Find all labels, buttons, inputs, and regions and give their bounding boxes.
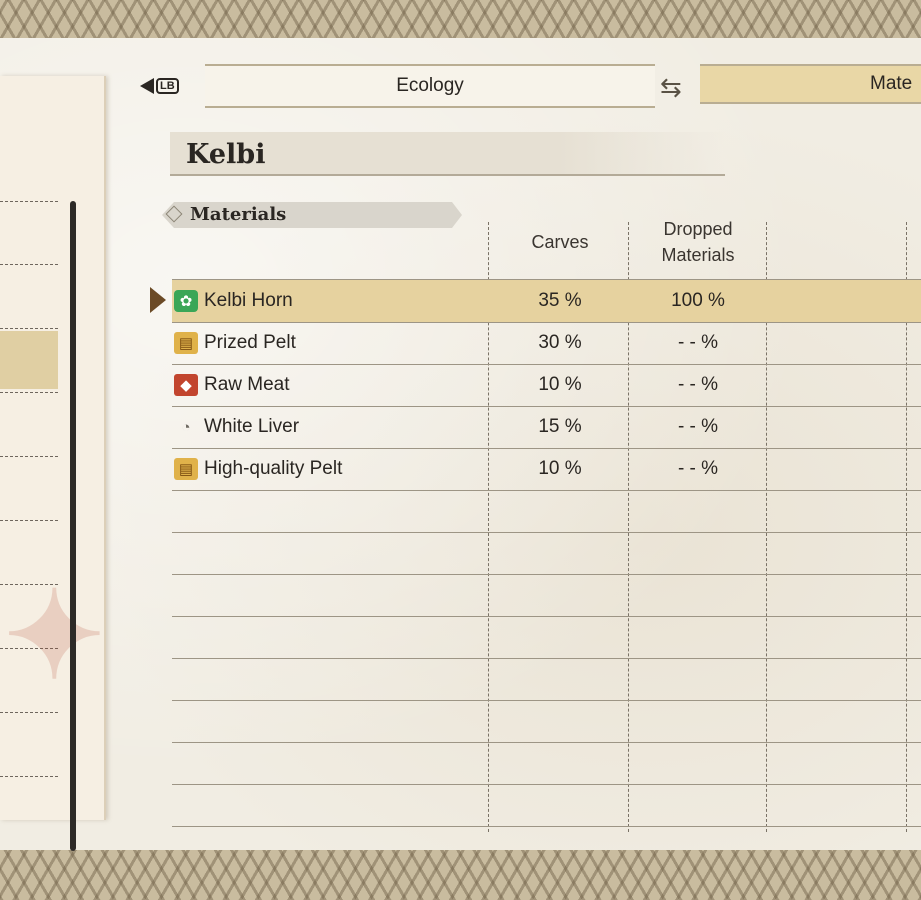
list-slot-divider	[0, 456, 58, 457]
table-row[interactable]: ◆ Raw Meat 10 % - - %	[172, 364, 921, 406]
list-scrollbar[interactable]	[70, 201, 76, 851]
swap-arrows-icon: ⇆	[660, 72, 682, 102]
list-slot-divider	[0, 520, 58, 521]
material-name: Prized Pelt	[204, 332, 296, 353]
material-name: White Liver	[204, 416, 300, 437]
row-divider	[172, 616, 921, 617]
table-row[interactable]: ▤ High-quality Pelt 10 % - - %	[172, 448, 921, 490]
column-header-dropped: Dropped Materials	[661, 219, 735, 265]
row-divider	[172, 658, 921, 659]
list-slot-divider	[0, 264, 58, 265]
cursor-arrow-icon	[150, 287, 166, 313]
horn-icon: ✿	[174, 290, 198, 312]
row-divider	[172, 742, 921, 743]
material-name: Raw Meat	[204, 374, 290, 395]
liver-icon: ◔	[181, 418, 191, 436]
tab-materials[interactable]: Mate	[700, 64, 921, 104]
carves-rate: 10 %	[538, 458, 582, 479]
list-slot-divider	[0, 201, 58, 202]
lb-button-icon[interactable]: LB	[140, 76, 186, 96]
carves-rate: 10 %	[538, 374, 582, 395]
row-divider	[172, 784, 921, 785]
dropped-rate: 100 %	[671, 290, 725, 311]
list-slot-divider	[0, 328, 58, 329]
row-divider	[172, 574, 921, 575]
row-divider	[172, 700, 921, 701]
column-header-carves: Carves	[531, 232, 589, 252]
dropped-rate: - - %	[677, 416, 719, 437]
table-row[interactable]: ◔ White Liver 15 % - - %	[172, 406, 921, 448]
carves-rate: 30 %	[538, 332, 582, 353]
carves-rate: 35 %	[538, 290, 582, 311]
bottom-decorative-border	[0, 850, 921, 900]
materials-section-header: Materials	[162, 202, 462, 228]
dropped-rate: - - %	[677, 332, 719, 353]
monster-name-heading: Kelbi	[170, 132, 725, 176]
row-divider	[172, 826, 921, 827]
list-slot-divider	[0, 776, 58, 777]
monster-list-panel: ✦	[0, 76, 106, 851]
tab-materials-label: Mate	[870, 73, 913, 94]
dropped-rate: - - %	[677, 458, 719, 479]
dropped-rate: - - %	[677, 374, 719, 395]
list-slot-divider	[0, 392, 58, 393]
carves-rate: 15 %	[538, 416, 582, 437]
material-name: Kelbi Horn	[204, 290, 293, 311]
meat-icon: ◆	[174, 374, 198, 396]
pelt-icon: ▤	[174, 458, 198, 480]
row-divider	[172, 532, 921, 533]
tab-ecology-label: Ecology	[396, 75, 464, 96]
selected-list-slot[interactable]	[0, 331, 58, 389]
material-name: High-quality Pelt	[204, 458, 343, 479]
tab-bar: Ecology Mate	[195, 64, 921, 108]
faded-emblem-watermark: ✦	[4, 569, 105, 703]
table-row[interactable]: ✿ Kelbi Horn 35 % 100 %	[172, 280, 921, 322]
lb-label: LB	[156, 78, 179, 94]
tab-ecology[interactable]: Ecology	[205, 64, 655, 108]
table-row[interactable]: ▤ Prized Pelt 30 % - - %	[172, 322, 921, 364]
left-triangle-icon	[140, 78, 154, 94]
pelt-icon: ▤	[174, 332, 198, 354]
row-divider	[172, 490, 921, 491]
